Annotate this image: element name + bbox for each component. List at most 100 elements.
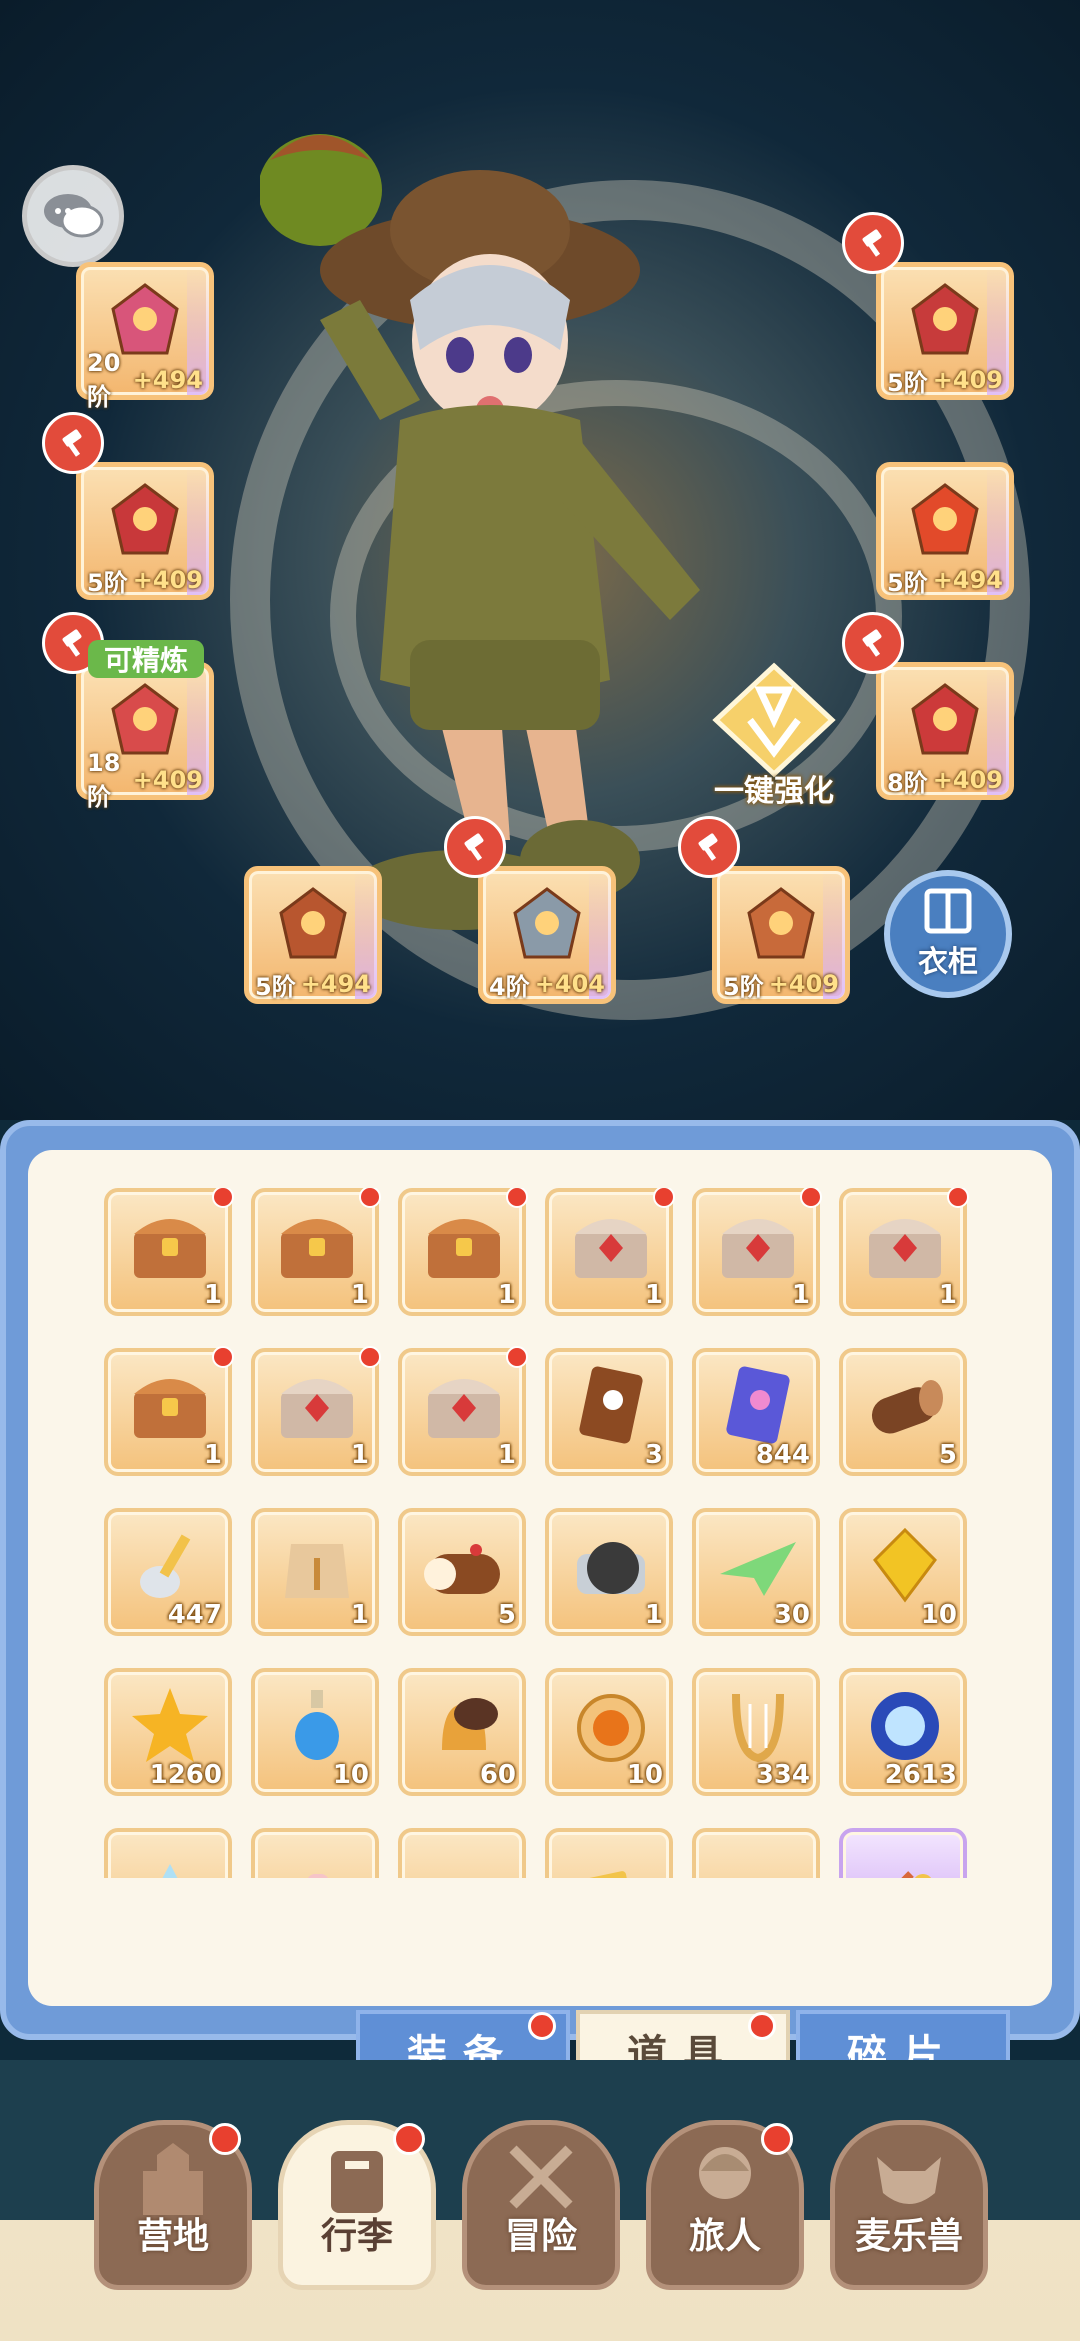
inventory-item[interactable]: 10 bbox=[839, 1508, 967, 1636]
item-count: 10 bbox=[332, 1760, 369, 1790]
equip-slot-helmet[interactable]: 5阶 +409 bbox=[876, 262, 1014, 400]
equip-slot-gauntlet[interactable]: 5阶 +494 bbox=[876, 462, 1014, 600]
inventory-item[interactable]: 844 bbox=[692, 1348, 820, 1476]
inventory-item[interactable]: 1260 bbox=[104, 1668, 232, 1796]
item-count: 1 bbox=[644, 1600, 663, 1630]
upgrade-hammer-icon[interactable] bbox=[842, 212, 904, 274]
inventory-item[interactable]: 1 bbox=[251, 1508, 379, 1636]
yellow-gem-icon bbox=[873, 1527, 937, 1603]
wardrobe-button[interactable]: 衣柜 bbox=[884, 870, 1012, 998]
nav-castle[interactable]: 营地 bbox=[94, 2120, 252, 2290]
inventory-item[interactable]: 1 bbox=[398, 1346, 528, 1476]
gold-chest-icon bbox=[281, 1219, 353, 1278]
nav-backpack[interactable]: 行李 bbox=[278, 2120, 436, 2290]
silver-chest-icon bbox=[722, 1219, 794, 1278]
upgrade-hammer-icon[interactable] bbox=[678, 816, 740, 878]
log-icon bbox=[871, 1380, 943, 1434]
inventory-item[interactable]: 1 bbox=[251, 1346, 381, 1476]
inventory-item[interactable] bbox=[104, 1828, 232, 1878]
lyre-icon bbox=[732, 1693, 784, 1763]
charm-icon bbox=[747, 887, 815, 959]
inventory-item[interactable]: 334 bbox=[692, 1668, 820, 1796]
item-count: 1 bbox=[203, 1440, 222, 1470]
crossed-swords-icon bbox=[509, 2145, 573, 2209]
spoon-icon bbox=[140, 1534, 191, 1598]
item-count: 334 bbox=[755, 1760, 810, 1790]
equip-slot-armor[interactable]: 5阶 +409 bbox=[76, 462, 214, 600]
item-grid[interactable]: 1 1 1 1 1 1 1 1 1 3 844 5 447 1 5 1 30 10 1260 10 60 10 334 261… bbox=[104, 1188, 980, 1878]
new-badge bbox=[748, 2012, 776, 2040]
new-badge bbox=[212, 1346, 234, 1368]
nav-crossed-swords[interactable]: 冒险 bbox=[462, 2120, 620, 2290]
weapon-icon bbox=[111, 283, 179, 355]
power-bonus: +494 bbox=[132, 366, 203, 394]
inventory-item[interactable] bbox=[692, 1828, 820, 1878]
nav-character[interactable]: 旅人 bbox=[646, 2120, 804, 2290]
chat-bubble-icon bbox=[44, 194, 104, 238]
refine-label: 可精炼 bbox=[103, 644, 188, 677]
inventory-item[interactable] bbox=[839, 1828, 967, 1878]
inventory-item[interactable]: 1 bbox=[104, 1188, 234, 1316]
item-count: 1 bbox=[350, 1600, 369, 1630]
tier-label: 20阶 bbox=[87, 348, 121, 411]
inventory-item[interactable]: 60 bbox=[398, 1668, 526, 1796]
blue-potion-icon bbox=[295, 1690, 339, 1760]
inventory-item[interactable]: 447 bbox=[104, 1508, 232, 1636]
inventory-item[interactable]: 1 bbox=[251, 1188, 381, 1316]
bow-icon bbox=[714, 1844, 802, 1878]
cake-roll-icon bbox=[424, 1544, 500, 1594]
new-badge bbox=[800, 1188, 822, 1208]
inventory-item[interactable]: 1 bbox=[545, 1188, 675, 1316]
equip-slot-chest[interactable]: 18阶 +409 bbox=[76, 662, 214, 811]
inventory-item[interactable]: 1 bbox=[839, 1188, 969, 1316]
gold-chest-icon bbox=[134, 1219, 206, 1278]
nav-fox[interactable]: 麦乐兽 bbox=[830, 2120, 988, 2290]
bell-icon bbox=[442, 1698, 498, 1750]
new-badge bbox=[506, 1346, 528, 1368]
machine-icon bbox=[577, 1542, 645, 1594]
inventory-item[interactable]: 5 bbox=[839, 1348, 967, 1476]
inventory-item[interactable] bbox=[545, 1828, 673, 1878]
inventory-item[interactable]: 1 bbox=[545, 1508, 673, 1636]
armor-icon bbox=[111, 483, 179, 555]
power-bonus: +494 bbox=[300, 970, 371, 998]
backpack-icon bbox=[331, 2151, 383, 2213]
item-count: 1 bbox=[791, 1280, 810, 1310]
upgrade-hammer-icon[interactable] bbox=[42, 412, 104, 474]
equip-slot-weapon[interactable]: 20阶 +494 bbox=[76, 262, 214, 411]
one-click-enhance-button[interactable]: 一键强化 bbox=[700, 660, 848, 810]
inventory-item[interactable]: 10 bbox=[545, 1668, 673, 1796]
necklace-icon bbox=[513, 887, 581, 959]
flower-icon bbox=[420, 1844, 508, 1878]
inventory-item[interactable] bbox=[251, 1828, 379, 1878]
chat-button[interactable] bbox=[22, 165, 124, 267]
item-count: 447 bbox=[167, 1600, 222, 1630]
inventory-item[interactable] bbox=[398, 1828, 526, 1878]
inventory-item[interactable]: 5 bbox=[398, 1508, 526, 1636]
upgrade-hammer-icon[interactable] bbox=[444, 816, 506, 878]
equip-slot-charm[interactable]: 5阶 +409 bbox=[712, 866, 850, 1004]
gold-card-icon bbox=[586, 1871, 636, 1878]
silver-chest-icon bbox=[428, 1379, 500, 1438]
silver-chest-icon bbox=[281, 1379, 353, 1438]
inventory-item[interactable]: 2613 bbox=[839, 1668, 967, 1796]
tier-label: 8阶 bbox=[887, 768, 928, 797]
equip-slot-ring[interactable]: 5阶 +494 bbox=[244, 866, 382, 1004]
upgrade-hammer-icon[interactable] bbox=[842, 612, 904, 674]
inventory-item[interactable]: 1 bbox=[398, 1188, 528, 1316]
tier-label: 5阶 bbox=[87, 568, 128, 597]
tier-label: 18阶 bbox=[87, 748, 121, 811]
item-count: 30 bbox=[773, 1600, 810, 1630]
equip-slot-necklace[interactable]: 4阶 +404 bbox=[478, 866, 616, 1004]
gauntlet-icon bbox=[911, 483, 979, 555]
inventory-item[interactable]: 3 bbox=[545, 1348, 673, 1476]
purple-item-icon bbox=[901, 1871, 931, 1878]
new-badge bbox=[359, 1346, 381, 1368]
inventory-item[interactable]: 10 bbox=[251, 1668, 379, 1796]
inventory-item[interactable]: 1 bbox=[692, 1188, 822, 1316]
boots-icon bbox=[911, 683, 979, 755]
inventory-item[interactable]: 30 bbox=[692, 1508, 820, 1636]
equip-slot-boots[interactable]: 8阶 +409 bbox=[876, 662, 1014, 800]
inventory-item[interactable]: 1 bbox=[104, 1346, 234, 1476]
item-count: 844 bbox=[755, 1440, 810, 1470]
